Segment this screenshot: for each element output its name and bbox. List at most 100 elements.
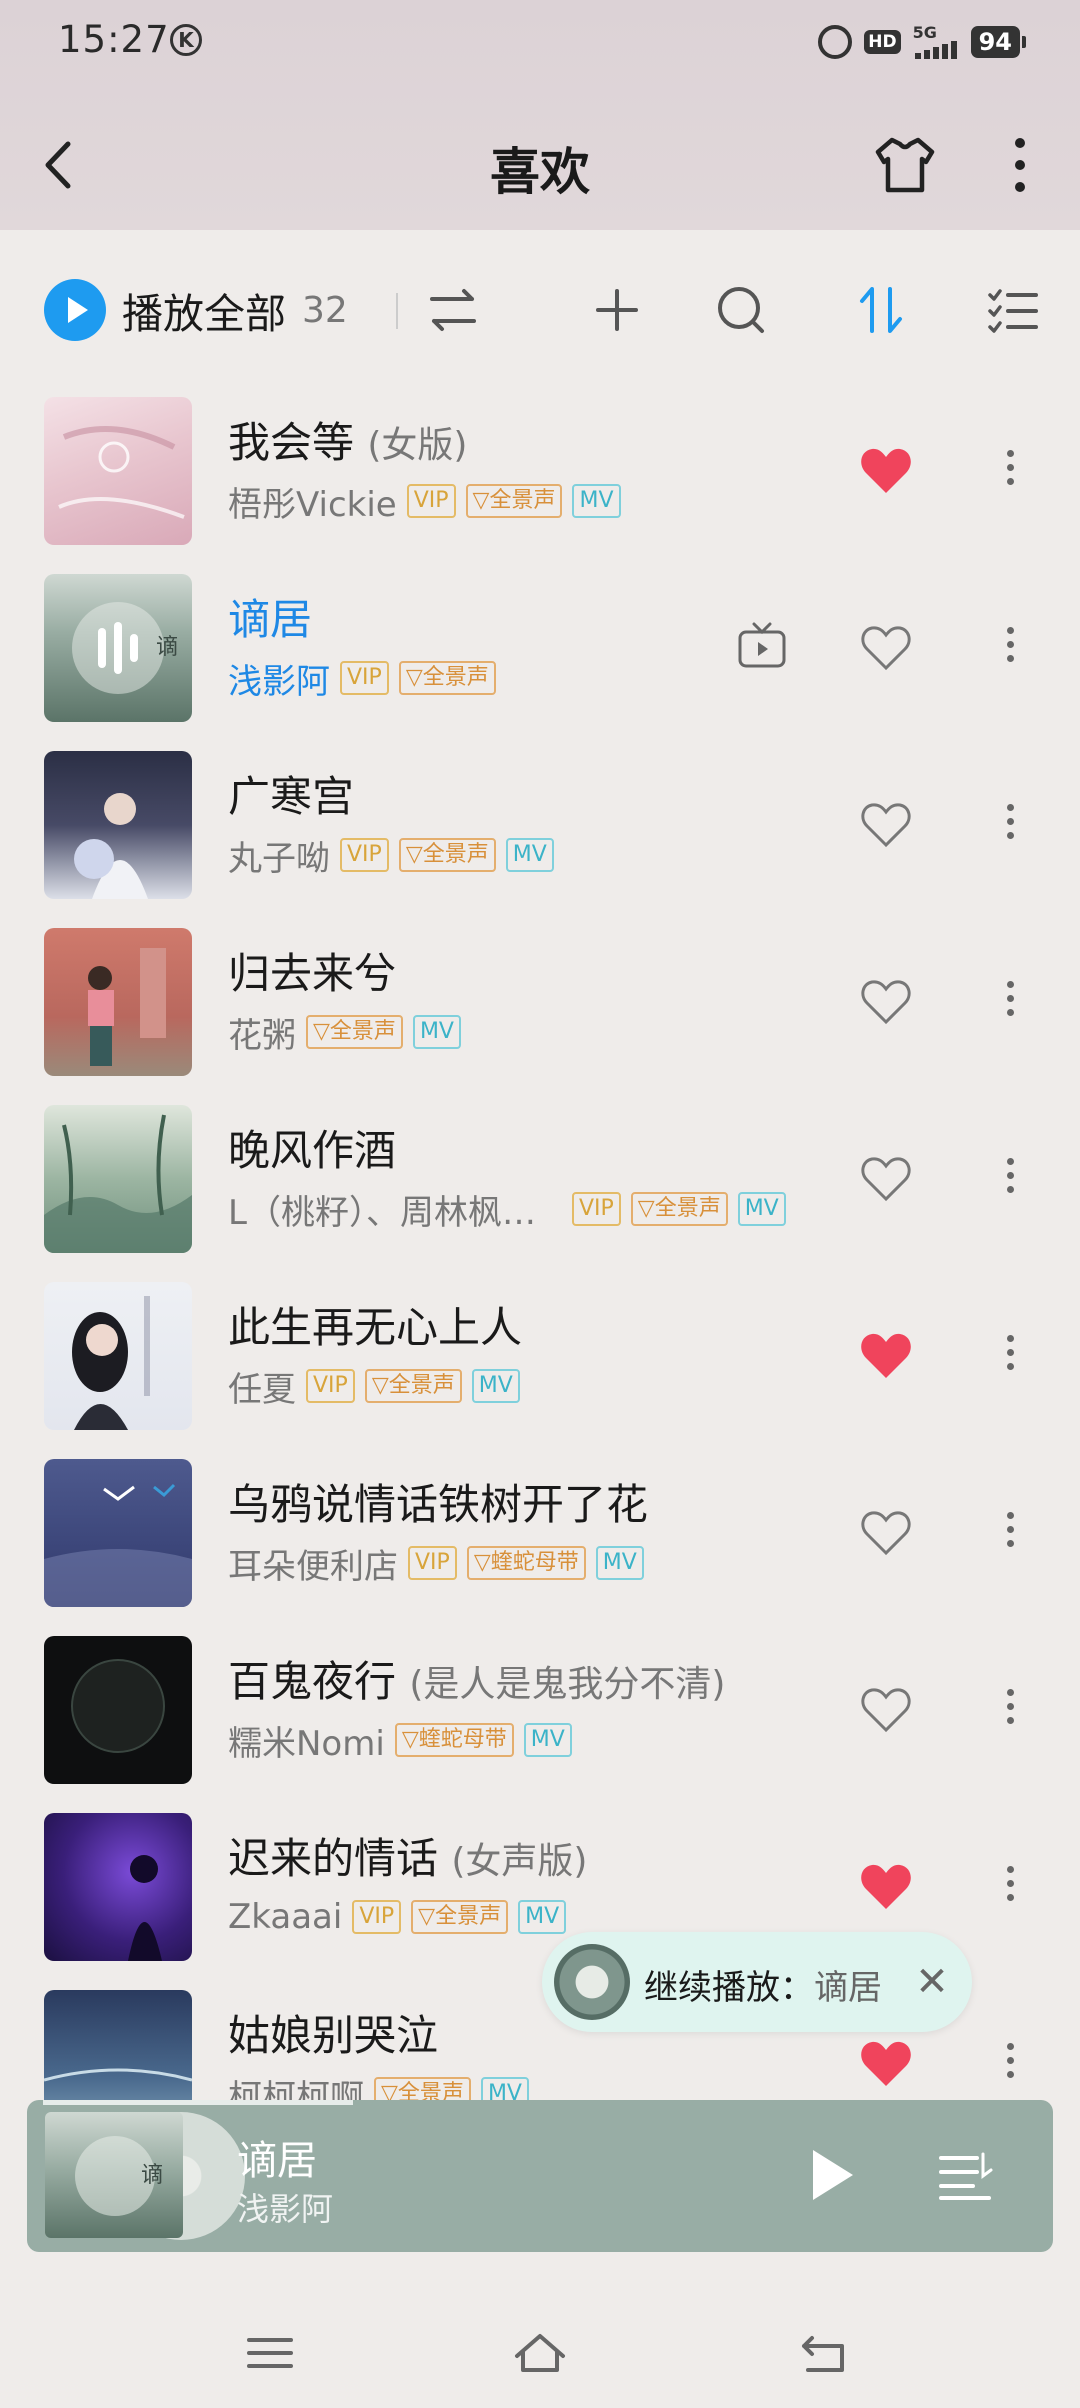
song-title: 广寒宫 xyxy=(228,772,355,821)
play-icon[interactable] xyxy=(795,2140,865,2210)
heart-outline-icon[interactable] xyxy=(858,1153,914,1205)
song-row[interactable]: 晚风作酒 L（桃籽）、周林枫… VIP ▽全景声 MV xyxy=(0,1095,1080,1272)
more-icon[interactable] xyxy=(990,130,1050,200)
home-icon[interactable] xyxy=(505,2318,575,2388)
song-title: 姑娘别哭泣 xyxy=(228,2011,439,2060)
song-list: 我会等 (女版) 梧彤Vickie VIP ▽全景声 MV 谪 谪居 浅影阿 V… xyxy=(0,387,1080,2157)
song-more-icon[interactable] xyxy=(996,443,1024,499)
song-title: 百鬼夜行 (是人是鬼我分不清) xyxy=(228,1657,726,1706)
song-row[interactable]: 我会等 (女版) 梧彤Vickie VIP ▽全景声 MV xyxy=(0,387,1080,564)
mv-badge: MV xyxy=(471,1369,520,1403)
heart-outline-icon[interactable] xyxy=(858,976,914,1028)
k-app-indicator-icon: K xyxy=(170,24,202,56)
player-artist: 浅影阿 xyxy=(237,2190,334,2228)
song-artist: 任夏 xyxy=(228,1369,296,1410)
album-cover xyxy=(44,928,192,1076)
song-row[interactable]: 乌鸦说情话铁树开了花 耳朵便利店 VIP ▽蝰蛇母带 MV xyxy=(0,1449,1080,1626)
song-meta: 花粥 ▽全景声 MV xyxy=(228,1010,461,1056)
album-cover xyxy=(44,1636,192,1784)
heart-outline-icon[interactable] xyxy=(858,622,914,674)
song-artist: 耳朵便利店 xyxy=(228,1546,398,1587)
video-icon[interactable] xyxy=(736,620,788,672)
status-icons: HD 5G 94 xyxy=(818,22,1027,62)
song-more-icon[interactable] xyxy=(996,974,1024,1030)
heart-filled-icon[interactable] xyxy=(858,445,914,497)
multi-select-icon[interactable] xyxy=(978,275,1048,345)
toast-song: 谪居 xyxy=(814,1968,882,2008)
hd-badge: HD xyxy=(864,30,901,54)
heart-outline-icon[interactable] xyxy=(858,1507,914,1559)
song-artist: 梧彤Vickie xyxy=(228,484,397,525)
song-title: 谪居 xyxy=(228,595,313,644)
network-type: 5G xyxy=(912,23,937,42)
song-more-icon[interactable] xyxy=(996,1151,1024,1207)
playlist-panel: 播放全部 32 我会等 (女版) 梧彤Vickie VIP ▽全景声 MV 谪 … xyxy=(0,230,1080,2408)
song-meta: 丸子呦 VIP ▽全景声 MV xyxy=(228,833,554,879)
battery-indicator: 94 xyxy=(970,26,1027,58)
song-more-icon[interactable] xyxy=(996,1859,1024,1915)
vip-badge: VIP xyxy=(408,1546,457,1580)
song-meta: 任夏 VIP ▽全景声 MV xyxy=(228,1364,520,1410)
master-audio-badge: ▽蝰蛇母带 xyxy=(394,1723,514,1757)
song-more-icon[interactable] xyxy=(996,1328,1024,1384)
album-cover xyxy=(44,1282,192,1430)
song-meta: 梧彤Vickie VIP ▽全景声 MV xyxy=(228,479,621,525)
theme-shirt-icon[interactable] xyxy=(870,130,940,200)
song-more-icon[interactable] xyxy=(996,2036,1024,2092)
playlist-queue-icon[interactable] xyxy=(933,2142,997,2206)
song-more-icon[interactable] xyxy=(996,1682,1024,1738)
play-all-label: 播放全部 xyxy=(122,290,286,338)
mv-badge: MV xyxy=(505,838,554,872)
status-time: 15:27 xyxy=(58,18,170,61)
sort-icon[interactable] xyxy=(846,275,916,345)
album-cover: 谪 xyxy=(44,574,192,722)
heart-filled-icon[interactable] xyxy=(858,1330,914,1382)
close-icon[interactable]: ✕ xyxy=(912,1960,952,2004)
vip-badge: VIP xyxy=(571,1192,621,1226)
mini-player[interactable]: 谪 谪居 浅影阿 xyxy=(27,2100,1053,2252)
toolbar-divider xyxy=(396,293,398,329)
surround-sound-badge: ▽全景声 xyxy=(364,1369,462,1403)
mv-badge: MV xyxy=(572,484,621,518)
surround-sound-badge: ▽全景声 xyxy=(306,1015,403,1049)
menu-icon[interactable] xyxy=(235,2318,305,2388)
mv-badge: MV xyxy=(737,1192,786,1226)
vip-badge: VIP xyxy=(306,1369,355,1403)
song-artist: 糯米Nomi xyxy=(228,1723,385,1764)
toast-album-cover xyxy=(554,1944,630,2020)
heart-outline-icon[interactable] xyxy=(858,799,914,851)
heart-outline-icon[interactable] xyxy=(858,1684,914,1736)
master-audio-badge: ▽蝰蛇母带 xyxy=(466,1546,586,1580)
song-row[interactable]: 百鬼夜行 (是人是鬼我分不清) 糯米Nomi ▽蝰蛇母带 MV xyxy=(0,1626,1080,1803)
surround-sound-badge: ▽全景声 xyxy=(630,1192,728,1226)
mv-badge: MV xyxy=(595,1546,644,1580)
song-row[interactable]: 归去来兮 花粥 ▽全景声 MV xyxy=(0,918,1080,1095)
search-icon[interactable] xyxy=(706,275,776,345)
song-row[interactable]: 此生再无心上人 任夏 VIP ▽全景声 MV xyxy=(0,1272,1080,1449)
resume-playback-toast[interactable]: 继续播放：谪居 ✕ xyxy=(542,1932,972,2032)
song-artist: L（桃籽）、周林枫… xyxy=(228,1192,536,1233)
shuffle-mode-icon[interactable] xyxy=(418,275,488,345)
song-row[interactable]: 广寒宫 丸子呦 VIP ▽全景声 MV xyxy=(0,741,1080,918)
heart-filled-icon[interactable] xyxy=(858,1861,914,1913)
add-icon[interactable] xyxy=(582,275,652,345)
song-count: 32 xyxy=(302,289,348,331)
player-album-cover: 谪 xyxy=(45,2112,183,2238)
back-nav-icon[interactable] xyxy=(790,2318,860,2388)
song-artist: 花粥 xyxy=(228,1015,296,1056)
player-song-title: 谪居 xyxy=(237,2138,317,2184)
toast-text: 继续播放：谪居 xyxy=(644,1960,882,2009)
song-more-icon[interactable] xyxy=(996,797,1024,853)
heart-filled-icon[interactable] xyxy=(858,2038,914,2090)
song-artist: 浅影阿 xyxy=(228,661,330,702)
surround-sound-badge: ▽全景声 xyxy=(465,484,563,518)
play-all-button[interactable]: 播放全部 32 xyxy=(44,275,348,345)
vip-badge: VIP xyxy=(340,661,389,695)
signal-icon: 5G xyxy=(913,25,959,59)
playlist-toolbar: 播放全部 32 xyxy=(0,265,1080,355)
song-more-icon[interactable] xyxy=(996,1505,1024,1561)
vip-badge: VIP xyxy=(352,1900,402,1934)
song-row[interactable]: 谪 谪居 浅影阿 VIP ▽全景声 xyxy=(0,564,1080,741)
song-meta: 耳朵便利店 VIP ▽蝰蛇母带 MV xyxy=(228,1541,644,1587)
song-more-icon[interactable] xyxy=(996,620,1024,676)
